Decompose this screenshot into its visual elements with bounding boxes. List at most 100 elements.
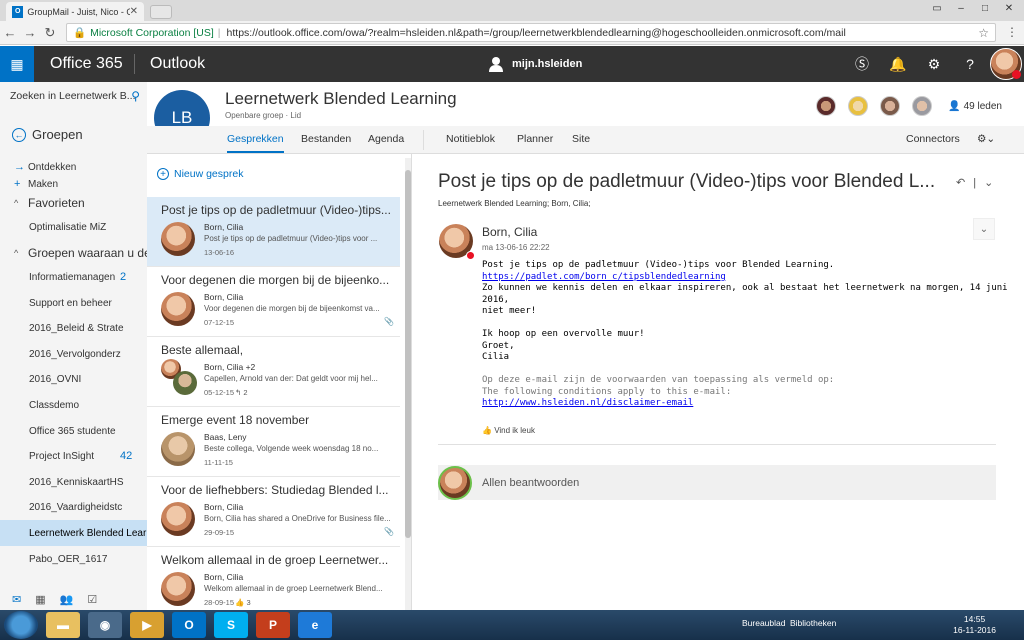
member-groups-label: Groepen waaraan u de bbox=[28, 246, 151, 260]
bookmark-star-icon[interactable]: ☆ bbox=[978, 26, 989, 40]
chrome-icon[interactable]: ◉ bbox=[88, 612, 122, 638]
create-link[interactable]: + Maken bbox=[14, 178, 58, 190]
groups-back-button[interactable]: ← Groepen bbox=[12, 127, 83, 142]
list-item[interactable]: Post je tips op de padletmuur (Video-)ti… bbox=[147, 197, 400, 267]
sidebar-item-group[interactable]: 2016_OVNI bbox=[0, 366, 147, 392]
groups-label: Groepen bbox=[32, 127, 83, 142]
skype-icon[interactable]: Ⓢ bbox=[844, 46, 880, 82]
chrome-menu-icon[interactable]: ⋮ bbox=[1006, 25, 1018, 39]
conv-date: 13-06-16 bbox=[204, 248, 235, 257]
discover-link[interactable]: → Ontdekken bbox=[14, 161, 76, 173]
list-item[interactable]: Beste allemaal, Born, Cilia +2 Capellen,… bbox=[147, 337, 400, 407]
favorites-header[interactable]: ^ Favorieten bbox=[14, 196, 85, 210]
sidebar-item-group[interactable]: Classdemo bbox=[0, 392, 147, 418]
sidebar-item-label: 2016_Beleid & Strate bbox=[29, 322, 124, 334]
sidebar-item-group[interactable]: Project InSight 42 bbox=[0, 443, 147, 469]
expand-chevron-icon[interactable]: ⌄ bbox=[973, 218, 995, 240]
app-launcher-icon[interactable]: ▦ bbox=[0, 46, 34, 82]
body-line: Cilia bbox=[482, 352, 510, 362]
tab-conversations[interactable]: Gesprekken bbox=[227, 133, 284, 153]
search-input[interactable]: Zoeken in Leernetwerk B... ⚲ bbox=[10, 89, 140, 103]
omnibox[interactable]: 🔒 Microsoft Corporation [US] | https://o… bbox=[66, 23, 996, 42]
search-icon[interactable]: ⚲ bbox=[131, 89, 140, 103]
sidebar-item-group[interactable]: 2016_KenniskaartHS bbox=[0, 469, 147, 495]
avatar[interactable] bbox=[990, 48, 1022, 80]
sidebar-item-group[interactable]: 2016_Vervolgonderz bbox=[0, 341, 147, 367]
list-item[interactable]: Voor degenen die morgen bij de bijeenko.… bbox=[147, 267, 400, 337]
sidebar-item-group[interactable]: Leernetwerk Blended Lear bbox=[0, 520, 147, 546]
bell-icon[interactable]: 🔔 bbox=[880, 46, 916, 82]
tab-notebook[interactable]: Notitieblok bbox=[446, 133, 495, 145]
reply-all-icon[interactable]: ↶ bbox=[956, 177, 965, 189]
new-tab-button[interactable] bbox=[150, 5, 172, 19]
list-item[interactable]: Emerge event 18 november Baas, Leny Best… bbox=[147, 407, 400, 477]
sidebar-item-group[interactable]: Informatiemanagen 2 bbox=[0, 264, 147, 290]
avatar[interactable] bbox=[912, 96, 933, 116]
chevron-down-icon[interactable]: ⌄ bbox=[984, 177, 993, 189]
powerpoint-icon[interactable]: P bbox=[256, 612, 290, 638]
avatar[interactable] bbox=[816, 96, 837, 116]
sidebar-item-group[interactable]: Support en beheer bbox=[0, 290, 147, 316]
padlet-link[interactable]: https://padlet.com/born_c/tipsblendedlea… bbox=[482, 272, 726, 282]
like-button[interactable]: 👍 Vind ik leuk bbox=[482, 426, 535, 435]
tab-site[interactable]: Site bbox=[572, 133, 590, 145]
people-icon[interactable]: 👥 bbox=[60, 593, 74, 606]
app-title[interactable]: Outlook bbox=[150, 55, 205, 73]
conv-preview: Beste collega, Volgende week woensdag 18… bbox=[204, 444, 379, 453]
list-item[interactable]: Voor de liefhebbers: Studiedag Blended l… bbox=[147, 477, 400, 547]
calendar-icon[interactable]: ▦ bbox=[35, 593, 45, 606]
new-conversation-button[interactable]: + Nieuw gesprek bbox=[157, 168, 243, 180]
start-button[interactable] bbox=[4, 611, 38, 639]
browser-tab[interactable]: O GroupMail - Juist, Nico - Outl ✕ bbox=[6, 2, 144, 21]
explorer-icon[interactable]: ▬ bbox=[46, 612, 80, 638]
clock[interactable]: 14:55 16-11-2016 bbox=[953, 614, 996, 636]
gear-icon[interactable]: ⚙ bbox=[916, 46, 952, 82]
media-player-icon[interactable]: ▶ bbox=[130, 612, 164, 638]
disclaimer-link[interactable]: http://www.hsleiden.nl/disclaimer-email bbox=[482, 398, 693, 408]
back-icon[interactable]: ← bbox=[0, 25, 20, 40]
conv-preview: Capellen, Arnold van der: Dat geldt voor… bbox=[204, 374, 378, 383]
list-item[interactable]: Welkom allemaal in de groep Leernetwer..… bbox=[147, 547, 400, 610]
avatar[interactable] bbox=[880, 96, 901, 116]
desktop-toolbar[interactable]: Bureaublad bbox=[742, 618, 785, 628]
sidebar-item-group[interactable]: Office 365 studente bbox=[0, 418, 147, 444]
message-body: Post je tips op de padletmuur (Video-)ti… bbox=[482, 260, 1012, 410]
tab-calendar[interactable]: Agenda bbox=[368, 133, 404, 145]
sidebar-item-group[interactable]: 2016_Beleid & Strate bbox=[0, 315, 147, 341]
brand-title[interactable]: Office 365 bbox=[50, 55, 123, 73]
help-icon[interactable]: ? bbox=[952, 46, 988, 82]
sidebar-item-group[interactable]: Pabo_OER_1617 bbox=[0, 546, 147, 572]
tasks-icon[interactable]: ☑ bbox=[87, 593, 97, 606]
plus-icon: + bbox=[14, 178, 21, 190]
libraries-toolbar[interactable]: Bibliotheken bbox=[790, 618, 836, 628]
outlook-icon[interactable]: O bbox=[172, 612, 206, 638]
member-groups-header[interactable]: ^ Groepen waaraan u de bbox=[14, 246, 151, 260]
mail-icon[interactable]: ✉ bbox=[12, 593, 21, 606]
reload-icon[interactable]: ↻ bbox=[40, 25, 60, 41]
sidebar-item-label: Leernetwerk Blended Lear bbox=[29, 527, 147, 539]
user-icon[interactable]: ▭ bbox=[926, 0, 948, 16]
member-count[interactable]: 👤 49 leden bbox=[948, 101, 1002, 112]
favorite-item[interactable]: Optimalisatie MiZ bbox=[0, 214, 147, 240]
tab-planner[interactable]: Planner bbox=[517, 133, 553, 145]
user-menu[interactable]: mijn.hsleiden bbox=[488, 56, 582, 72]
message-from[interactable]: Born, Cilia bbox=[482, 225, 537, 239]
close-tab-icon[interactable]: ✕ bbox=[130, 6, 138, 17]
avatar[interactable] bbox=[848, 96, 869, 116]
forward-icon[interactable]: → bbox=[20, 25, 40, 40]
unread-count: 2 bbox=[120, 271, 127, 283]
body-line: niet meer! bbox=[482, 306, 537, 316]
sidebar-item-group[interactable]: 2016_Vaardigheidstc bbox=[0, 494, 147, 520]
ie-icon[interactable]: e bbox=[298, 612, 332, 638]
avatar[interactable] bbox=[439, 224, 475, 260]
close-window-icon[interactable]: ✕ bbox=[998, 0, 1020, 16]
scrollbar-thumb[interactable] bbox=[405, 170, 411, 538]
reply-all-box[interactable]: Allen beantwoorden bbox=[438, 465, 996, 500]
connectors-link[interactable]: Connectors bbox=[906, 133, 960, 145]
url-text: https://outlook.office.com/owa/?realm=hs… bbox=[226, 26, 846, 39]
maximize-icon[interactable]: □ bbox=[974, 0, 996, 16]
skype-icon[interactable]: S bbox=[214, 612, 248, 638]
tab-files[interactable]: Bestanden bbox=[301, 133, 351, 145]
minimize-icon[interactable]: – bbox=[950, 0, 972, 16]
group-settings-icon[interactable]: ⚙⌄ bbox=[977, 133, 995, 145]
